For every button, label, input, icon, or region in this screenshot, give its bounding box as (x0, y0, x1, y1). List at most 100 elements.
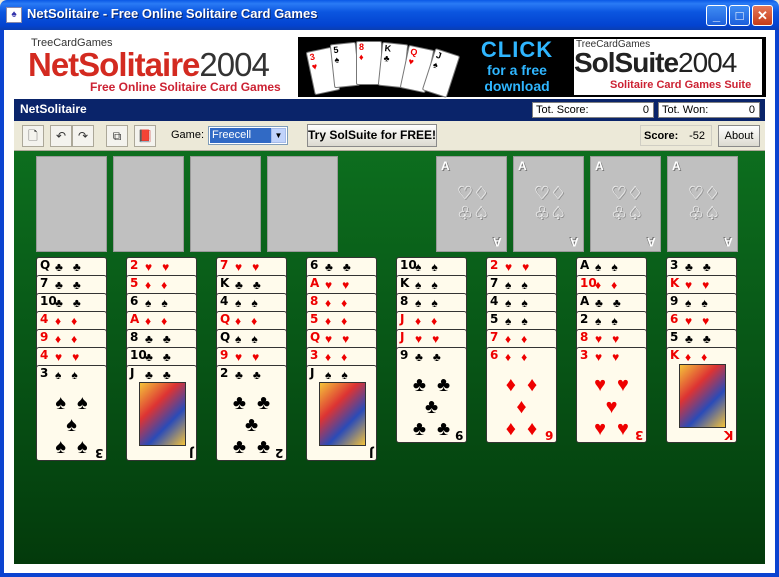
card-rank: J (130, 366, 135, 380)
score-label: Score: (644, 130, 679, 142)
playing-card[interactable]: J ♠♠ J (306, 365, 377, 461)
help-book-icon[interactable]: 📕 (134, 125, 156, 147)
card-rank: 7 (490, 330, 499, 344)
foundation-ace-label: A (595, 159, 604, 173)
logo-subtitle: Free Online Solitaire Card Games (90, 80, 281, 94)
solsuite-logo: TreeCardGames SolSuite2004 Solitaire Car… (574, 39, 762, 95)
card-rank: 2 (580, 312, 589, 326)
card-rank-bottom: K (723, 428, 733, 442)
netsolitaire-logo[interactable]: NetSolitaire2004 (28, 46, 270, 84)
card-suit-icon: ♠♠ (685, 296, 718, 310)
playing-card[interactable]: 3 ♠♠ ♠ ♠ ♠ ♠ ♠ 3 (36, 365, 107, 461)
card-rank: 8 (130, 330, 139, 344)
card-suit-icon: ♦♦ (145, 314, 178, 328)
card-rank: 8 (400, 294, 409, 308)
about-button[interactable]: About (718, 125, 760, 147)
card-rank: J (400, 312, 405, 326)
card-suit-icon: ♥♥ (595, 350, 630, 364)
undo-icon[interactable]: ↶ (50, 125, 72, 147)
card-rank: 2 (130, 258, 139, 272)
redo-icon[interactable]: ↷ (72, 125, 94, 147)
card-suit-icon: ♠♠ (235, 332, 268, 346)
card-rank-bottom: 2 (274, 446, 283, 460)
card-rank: J (310, 366, 315, 380)
card-rank: 5 (670, 330, 679, 344)
card-suit-icon: ♠♠ (415, 296, 448, 310)
solsuite-name: SolSuite2004 (574, 47, 737, 79)
freecell-slot-2[interactable] (113, 156, 184, 252)
card-suit-icon: ♦♦ (415, 314, 448, 328)
playing-card[interactable]: K ♦♦ K (666, 347, 737, 443)
freecell-slot-4[interactable] (267, 156, 338, 252)
card-suit-icon: ♦♦ (505, 332, 538, 346)
freecell-slot-3[interactable] (190, 156, 261, 252)
face-card-art (319, 382, 366, 446)
card-suit-icon: ♥♥ (685, 314, 720, 328)
maximize-button[interactable]: □ (729, 5, 750, 26)
logo-name-a: NetSolitaire (28, 46, 200, 83)
new-game-icon[interactable]: 🗋 (22, 125, 44, 147)
card-rank: Q (40, 258, 51, 272)
card-rank-bottom: J (188, 446, 193, 460)
card-suit-icon: ♠♠ (55, 368, 88, 382)
score-box: Score: -52 (640, 125, 712, 146)
card-suit-icon: ♦♦ (325, 296, 358, 310)
card-suit-icon: ♦♦ (55, 332, 88, 346)
solsuite-name-b: 2004 (678, 47, 737, 78)
close-button[interactable]: ✕ (752, 5, 773, 26)
card-rank: Q (220, 330, 231, 344)
card-rank: A (130, 312, 140, 326)
card-suit-icon: ♥♥ (325, 332, 360, 346)
card-suit-icon: ♦♦ (595, 278, 628, 292)
foundation-hearts[interactable]: A ♡♢ ♧♤ A (436, 156, 507, 252)
card-rank: 7 (490, 276, 499, 290)
game-table[interactable]: A ♡♢ ♧♤ A A ♡♢ ♧♤ A A ♡♢ ♧♤ A A ♡♢ ♧♤ A Q ♣♣ 7… (14, 151, 765, 564)
freecell-slot-1[interactable] (36, 156, 107, 252)
game-select[interactable]: Freecell ▼ (208, 126, 288, 145)
card-rank: 4 (40, 348, 49, 362)
playing-card[interactable]: 2 ♣♣ ♣ ♣ ♣ ♣ ♣ 2 (216, 365, 287, 461)
logo-name-b: 2004 (199, 46, 269, 83)
game-label: Game: (171, 129, 205, 141)
card-rank: Q (310, 330, 321, 344)
card-rank: 9 (220, 348, 229, 362)
foundation-diamonds[interactable]: A ♡♢ ♧♤ A (513, 156, 584, 252)
playing-card[interactable]: J ♣♣ J (126, 365, 197, 461)
playing-card[interactable]: 6 ♦♦ ♦ ♦ ♦ ♦ ♦ 6 (486, 347, 557, 443)
card-rank: K (670, 276, 680, 290)
try-solsuite-button[interactable]: Try SolSuite for FREE! (307, 124, 437, 147)
playing-card[interactable]: 9 ♣♣ ♣ ♣ ♣ ♣ ♣ 9 (396, 347, 467, 443)
card-suit-icon: ♣♣ (595, 296, 631, 310)
card-rank: 8 (310, 294, 319, 308)
foundation-spades[interactable]: A ♡♢ ♧♤ A (667, 156, 738, 252)
foundation-ace-label-bottom: A (647, 235, 656, 249)
hint-icon[interactable]: ⧉ (106, 125, 128, 147)
card-suit-icon: ♣♣ (55, 278, 91, 292)
card-suit-icon: ♣♣ (235, 368, 271, 382)
card-suit-icon: ♠♠ (505, 278, 538, 292)
card-suit-icon: ♣♣ (55, 260, 91, 274)
card-suit-icon: ♠♠ (415, 278, 448, 292)
banner-download-text: download (484, 78, 550, 94)
solsuite-banner-ad[interactable]: 3 ♥ 5 ♠ 8 ♦ K ♣ Q ♥ J ♠ CLICK for a free downlo… (298, 37, 766, 98)
banner-click-text: CLICK (480, 37, 554, 62)
card-suit-icon: ♥♥ (505, 260, 540, 274)
card-rank: 6 (130, 294, 139, 308)
card-rank: K (670, 348, 680, 362)
minimize-button[interactable]: _ (706, 5, 727, 26)
face-card-art (679, 364, 726, 428)
foundation-clubs[interactable]: A ♡♢ ♧♤ A (590, 156, 661, 252)
playing-card[interactable]: 3 ♥♥ ♥ ♥ ♥ ♥ ♥ 3 (576, 347, 647, 443)
app-header: NetSolitaire Tot. Score: 0 Tot. Won: 0 (14, 99, 765, 121)
foundation-suits-icon: ♡♢ ♧♤ (687, 183, 721, 223)
banner-free-text: for a free (487, 62, 547, 78)
card-rank: 6 (490, 348, 499, 362)
dropdown-arrow-icon[interactable]: ▼ (271, 128, 286, 143)
game-select-value: Freecell (210, 128, 271, 143)
toolbar: 🗋 ↶ ↷ ⧉ 📕 Game: Freecell ▼ Try SolSuite … (14, 121, 765, 151)
card-suit-icon: ♣♣ (145, 350, 181, 364)
foundation-ace-label: A (518, 159, 527, 173)
card-suit-icon: ♠♠ (595, 314, 628, 328)
window-titlebar[interactable]: ♠ NetSolitaire - Free Online Solitaire C… (0, 0, 779, 30)
card-suit-icon: ♣♣ (55, 296, 91, 310)
